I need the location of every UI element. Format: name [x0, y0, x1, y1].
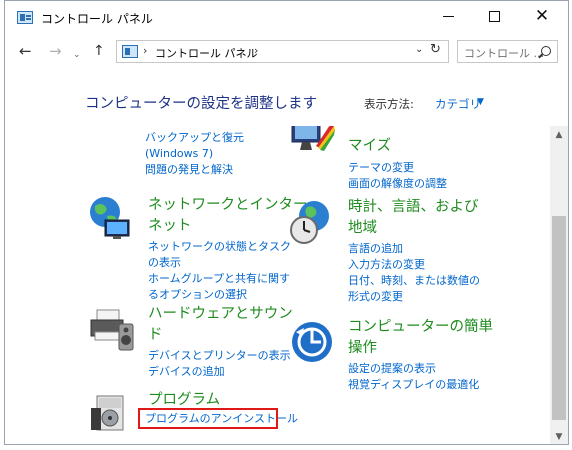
view-by-chevron-icon[interactable]: ▼ [477, 97, 484, 107]
search-icon[interactable] [541, 46, 551, 56]
link-backup-restore-win7[interactable]: (Windows 7) [145, 146, 213, 162]
view-by-dropdown[interactable]: カテゴリ [435, 96, 481, 112]
window-title: コントロール パネル [41, 12, 153, 26]
control-panel-icon [17, 11, 33, 24]
link-change-input-method[interactable]: 入力方法の変更 [348, 257, 425, 273]
link-change-date-format-2[interactable]: 形式の変更 [348, 289, 403, 305]
link-add-device[interactable]: デバイスの追加 [148, 364, 225, 380]
link-backup-restore[interactable]: バックアップと復元 [145, 130, 244, 146]
category-clock-title-line2[interactable]: 地域 [348, 218, 377, 239]
title-bar: コントロール パネル ✕ [5, 1, 568, 34]
breadcrumb-separator-icon[interactable]: › [143, 44, 147, 57]
breadcrumb-chevron-icon[interactable]: › [254, 44, 258, 57]
address-bar[interactable]: › コントロール パネル › ⌄ ↻ [116, 40, 449, 63]
category-ease-title-line1[interactable]: コンピューターの簡単 [348, 317, 493, 338]
category-clock-title-line1[interactable]: 時計、言語、および [348, 197, 479, 218]
category-network-title-line2[interactable]: ネット [148, 216, 192, 237]
scroll-thumb[interactable] [552, 216, 566, 420]
up-button[interactable]: ↑ [93, 42, 105, 60]
ease-of-access-icon[interactable] [288, 318, 336, 366]
link-change-theme[interactable]: テーマの変更 [348, 160, 414, 176]
back-button[interactable]: ← [19, 42, 32, 60]
programs-icon[interactable] [87, 388, 135, 436]
link-get-recommendations[interactable]: 設定の提案の表示 [348, 361, 436, 377]
maximize-icon [488, 11, 500, 22]
navigation-bar: ← → ⌄ ↑ › コントロール パネル › ⌄ ↻ コントロール ... [5, 34, 568, 70]
close-button[interactable]: ✕ [519, 1, 565, 32]
link-optimize-display[interactable]: 視覚ディスプレイの最適化 [348, 377, 479, 393]
category-hardware-title-line2[interactable]: ド [148, 325, 163, 346]
forward-button[interactable]: → [49, 42, 62, 60]
page-title: コンピューターの設定を調整します [85, 96, 317, 112]
link-troubleshoot[interactable]: 問題の発見と解決 [145, 162, 233, 178]
vertical-scrollbar[interactable]: ▲ ▼ [550, 126, 568, 444]
view-by-label: 表示方法: [364, 97, 414, 111]
minimize-button[interactable] [425, 1, 471, 32]
printer-speaker-icon[interactable] [87, 306, 135, 354]
uninstall-highlight-box [138, 408, 278, 429]
link-add-language[interactable]: 言語の追加 [348, 241, 403, 257]
scroll-up-icon[interactable]: ▲ [550, 126, 568, 143]
category-network-title-line1[interactable]: ネットワークとインター [148, 195, 308, 216]
minimize-icon [442, 16, 454, 17]
category-list: バックアップと復元 (Windows 7) 問題の発見と解決 マイズ テーマの変… [5, 126, 549, 444]
close-icon: ✕ [534, 6, 550, 26]
search-input[interactable]: コントロール ... [464, 45, 544, 61]
content-pane: コンピューターの設定を調整します 表示方法: カテゴリ ▼ バックアップと復元 … [5, 70, 568, 444]
scroll-down-icon[interactable]: ▼ [550, 428, 568, 444]
address-dropdown-icon[interactable]: ⌄ [415, 44, 423, 55]
link-adjust-resolution[interactable]: 画面の解像度の調整 [348, 176, 447, 192]
appearance-icon[interactable] [288, 126, 336, 164]
link-homegroup-2[interactable]: るオプションの選択 [148, 287, 247, 303]
clock-globe-icon[interactable] [288, 198, 336, 246]
control-panel-small-icon [122, 45, 138, 58]
search-box[interactable]: コントロール ... [457, 40, 558, 63]
category-appearance-title[interactable]: マイズ [348, 136, 391, 157]
link-change-date-format[interactable]: 日付、時刻、または数値の [348, 273, 480, 289]
recent-locations-button[interactable]: ⌄ [73, 46, 81, 64]
link-devices-printers[interactable]: デバイスとプリンターの表示 [148, 348, 291, 364]
link-network-status[interactable]: ネットワークの状態とタスク [148, 239, 291, 255]
maximize-button[interactable] [471, 1, 517, 32]
link-network-status-2[interactable]: の表示 [148, 255, 181, 271]
category-hardware-title-line1[interactable]: ハードウェアとサウン [148, 304, 293, 325]
category-ease-title-line2[interactable]: 操作 [348, 338, 377, 359]
network-globe-icon[interactable] [87, 194, 135, 242]
control-panel-window: コントロール パネル ✕ ← → ⌄ ↑ › コントロール パネル › ⌄ ↻ … [4, 0, 569, 445]
refresh-icon[interactable]: ↻ [430, 42, 441, 57]
breadcrumb-control-panel[interactable]: コントロール パネル [155, 45, 258, 61]
link-homegroup[interactable]: ホームグループと共有に関す [148, 271, 290, 287]
